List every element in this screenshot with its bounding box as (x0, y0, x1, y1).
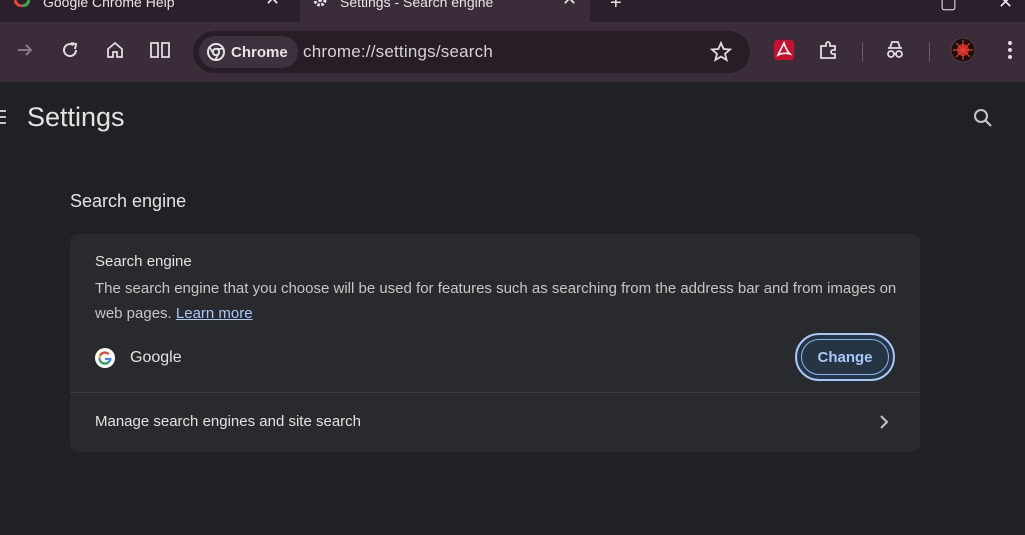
tab-title: Google Chrome Help (43, 0, 175, 10)
tab-close-icon[interactable]: ✕ (265, 0, 280, 8)
tab-strip: Google Chrome Help ✕ Settings - Search e… (0, 0, 1025, 22)
manage-search-engines-label: Manage search engines and site search (95, 413, 362, 430)
page-title: Settings (27, 102, 125, 132)
more-menu-button[interactable] (996, 36, 1024, 64)
profile-button[interactable] (949, 36, 977, 64)
maximize-button[interactable]: ▢ (940, 0, 957, 13)
current-engine-row: Google (95, 347, 182, 369)
incognito-icon (887, 41, 903, 58)
tab-settings-search-engine[interactable]: Settings - Search engine ✕ (300, 0, 590, 22)
forward-icon (18, 44, 33, 56)
more-menu-icon (1008, 41, 1012, 59)
toolbar-separator (929, 42, 930, 62)
chevron-right-icon (880, 415, 889, 429)
card-description: The search engine that you choose will b… (95, 276, 905, 326)
settings-header: Settings (0, 82, 1025, 154)
bookmark-star-icon[interactable] (710, 41, 732, 63)
manage-search-engines-row[interactable]: Manage search engines and site search (70, 393, 920, 452)
home-icon (107, 41, 123, 58)
split-view-button[interactable] (146, 36, 174, 64)
site-chip-label: Chrome (231, 43, 288, 61)
card-heading: Search engine (95, 253, 192, 270)
url-text[interactable]: chrome://settings/search (303, 42, 493, 62)
chrome-logo-icon (207, 43, 225, 61)
home-button[interactable] (101, 36, 129, 64)
new-tab-button[interactable]: + (610, 0, 622, 15)
search-icon[interactable] (971, 106, 995, 130)
current-engine-name: Google (130, 349, 182, 366)
change-button[interactable]: Change (795, 333, 895, 381)
reload-button[interactable] (56, 36, 84, 64)
browser-toolbar: Chrome chrome://settings/search (0, 22, 1025, 82)
tab-title: Settings - Search engine (340, 0, 494, 10)
pdf-extension-button[interactable] (770, 36, 798, 64)
pdf-extension-icon (774, 40, 794, 60)
learn-more-link[interactable]: Learn more (176, 305, 253, 322)
settings-gear-icon (313, 0, 327, 7)
reload-icon (63, 42, 78, 58)
menu-icon[interactable] (0, 110, 6, 124)
extensions-button[interactable] (815, 36, 843, 64)
address-bar[interactable]: Chrome chrome://settings/search (193, 31, 750, 73)
search-engine-card: Search engine The search engine that you… (70, 234, 920, 452)
window-close-button[interactable]: ✕ (998, 0, 1013, 13)
section-title: Search engine (70, 191, 187, 211)
site-info-chip[interactable]: Chrome (199, 36, 298, 68)
extensions-puzzle-icon (820, 41, 836, 59)
google-favicon-icon (14, 0, 30, 7)
forward-button[interactable] (11, 36, 39, 64)
change-button-label: Change (801, 339, 889, 375)
tab-chrome-help[interactable]: Google Chrome Help ✕ (0, 0, 298, 22)
toolbar-separator (862, 42, 863, 62)
split-view-icon (150, 42, 170, 58)
google-g-icon (95, 348, 115, 368)
tab-close-icon[interactable]: ✕ (562, 0, 577, 8)
incognito-button[interactable] (881, 36, 909, 64)
profile-avatar (950, 37, 976, 63)
